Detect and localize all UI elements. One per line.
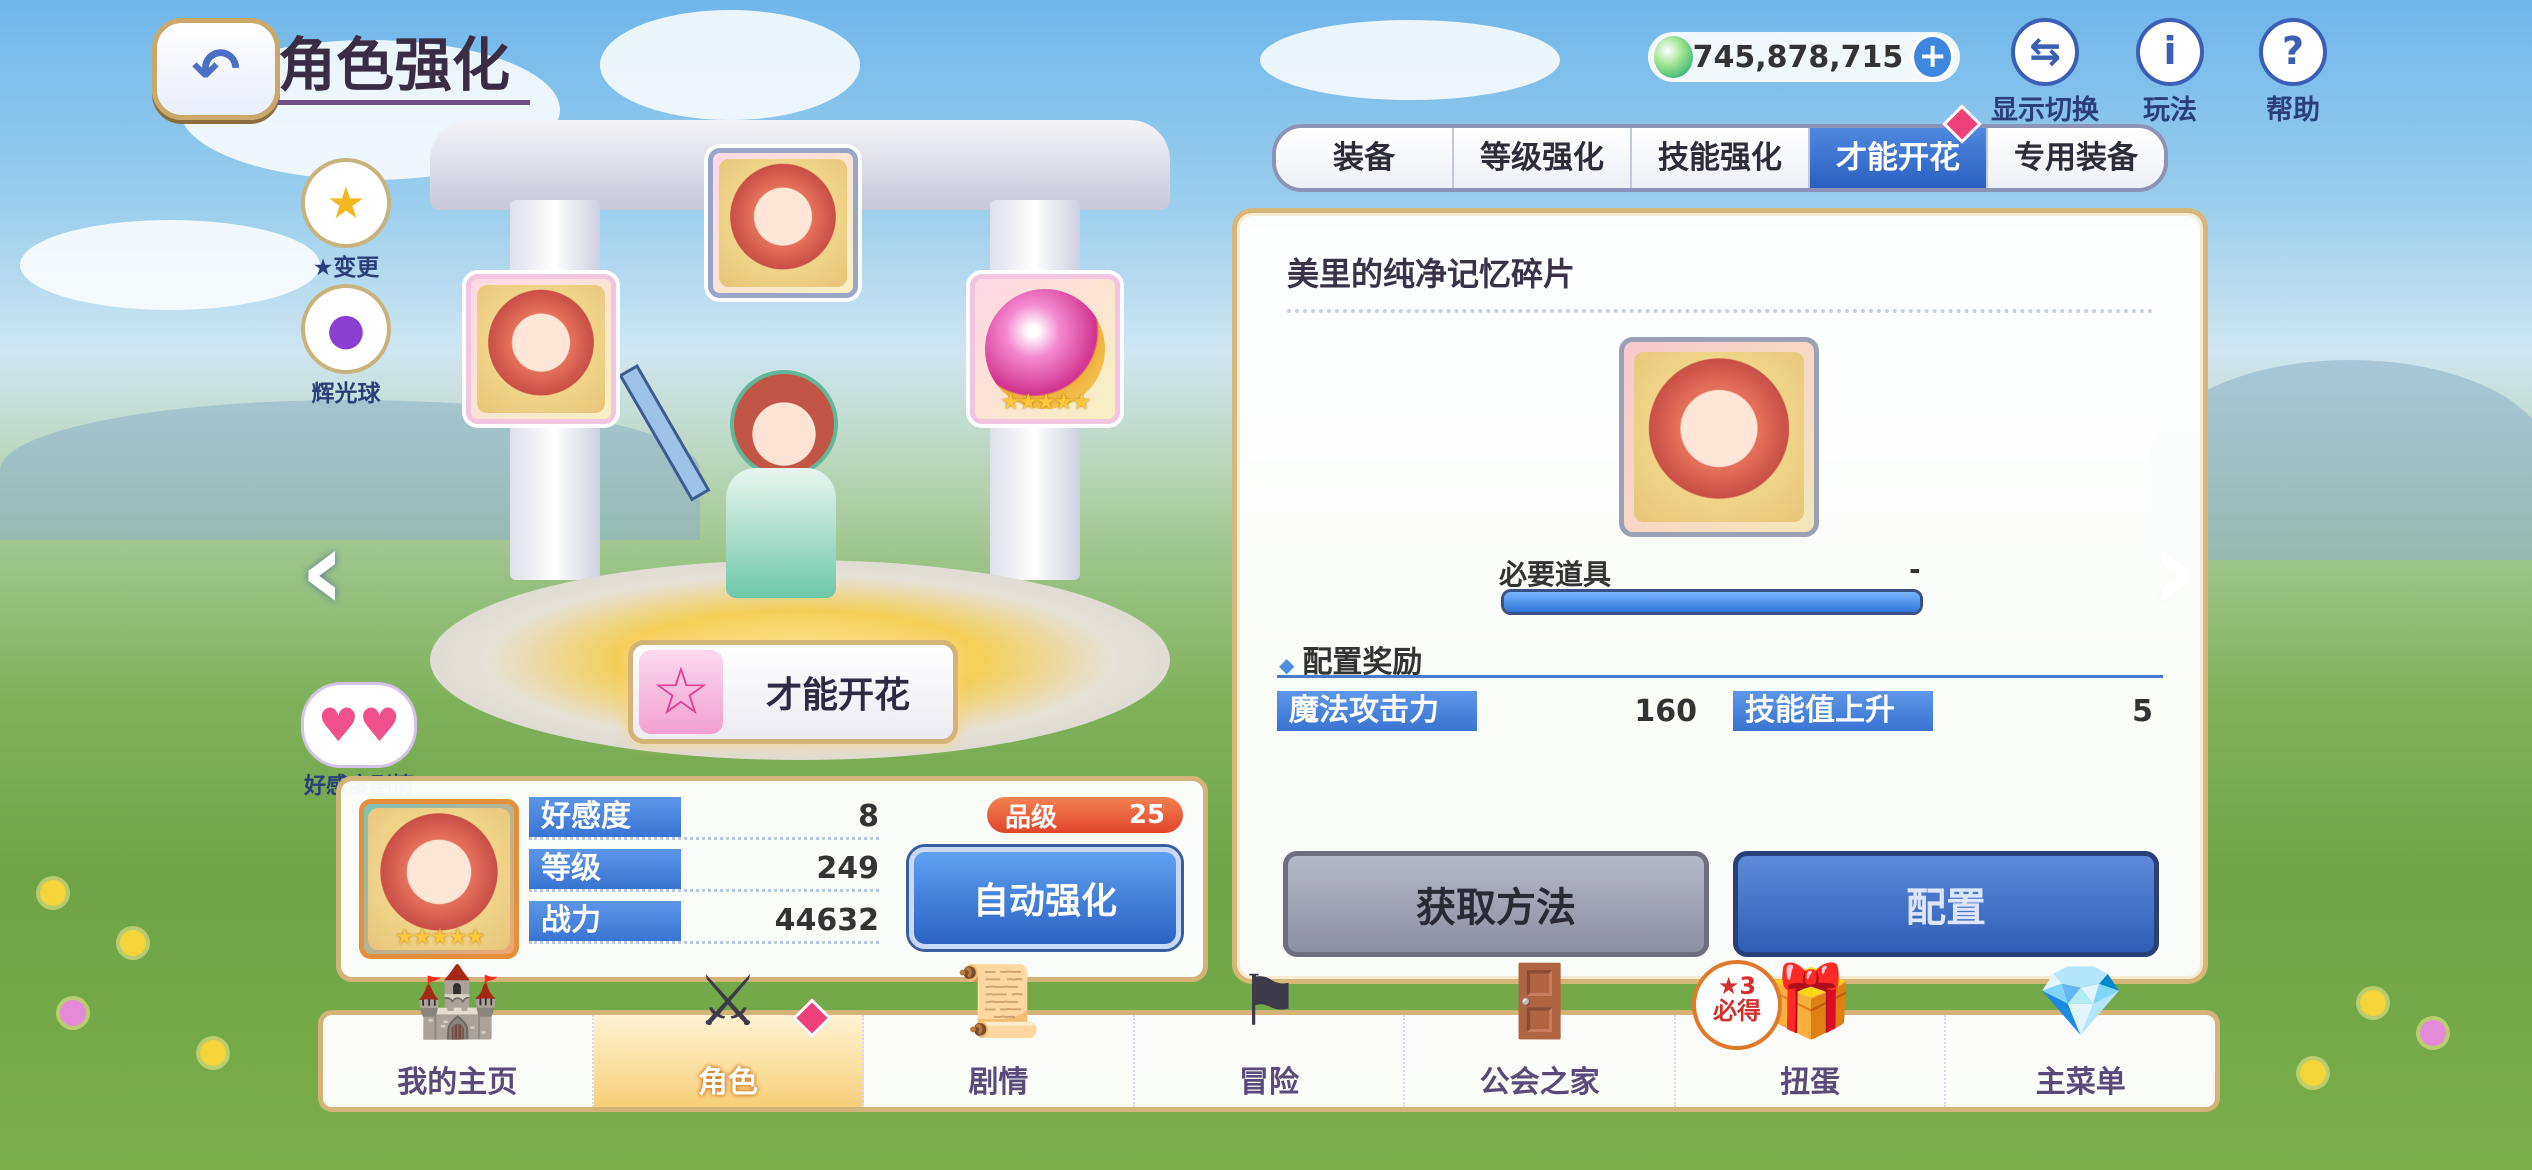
- star-swap-icon: ★: [301, 158, 391, 248]
- character-avatar[interactable]: ★★★★★: [359, 799, 519, 959]
- tab-level-up[interactable]: 等级强化: [1454, 128, 1632, 188]
- tab-unique-equipment[interactable]: 专用装备: [1988, 128, 2164, 188]
- gacha-badge-count: ★3: [1717, 972, 1757, 1000]
- nav-guild-house[interactable]: 🚪 公会之家: [1405, 960, 1676, 1107]
- help-label: 帮助: [2266, 95, 2320, 126]
- required-item-label: 必要道具: [1499, 558, 1612, 591]
- prev-character-arrow[interactable]: ‹: [300, 506, 345, 634]
- tab-skill-up[interactable]: 技能强化: [1632, 128, 1810, 188]
- how-to-obtain-button[interactable]: 获取方法: [1283, 851, 1709, 957]
- character-portrait: [719, 159, 847, 287]
- rank-label: 品级: [1005, 802, 1058, 833]
- nav-gacha-label: 扭蛋: [1780, 1065, 1841, 1100]
- star-change-button[interactable]: ★ ★变更: [300, 158, 392, 282]
- memory-piece-item[interactable]: [1619, 337, 1819, 537]
- character-card-slot[interactable]: [466, 274, 616, 424]
- reward-skill-up: 技能值上升 5: [1733, 691, 2153, 731]
- reward-magic-attack: 魔法攻击力 160: [1277, 691, 1697, 731]
- talent-bloom-panel: 美里的纯净记忆碎片 必要道具 - 配置奖励 魔法攻击力 160 技能值上升 5 …: [1232, 208, 2208, 984]
- hearts-icon: ♥♥: [301, 682, 417, 768]
- story-scroll-icon: 📜: [954, 960, 1043, 1042]
- character-portrait: [477, 285, 605, 413]
- affection-label: 好感度: [529, 797, 681, 837]
- rank-value: 25: [1128, 800, 1165, 830]
- main-menu-crystal-icon: 💎: [2037, 960, 2125, 1042]
- bottom-navigation: 🏰 我的主页 ⚔ 角色 📜 剧情 ⚑ 冒险 🚪 公会之家 🎁 扭蛋 💎 主菜单: [318, 960, 2220, 1112]
- avatar-stars: ★★★★★: [394, 925, 486, 950]
- gacha-badge-text: 必得: [1713, 997, 1761, 1026]
- level-row: 等级 249: [529, 849, 879, 892]
- jewel-icon: [1654, 36, 1693, 78]
- info-icon: i: [2136, 18, 2204, 86]
- guild-house-icon: 🚪: [1496, 960, 1584, 1042]
- rank-badge: 品级 25: [987, 797, 1183, 833]
- level-label: 等级: [529, 849, 681, 889]
- affection-row: 好感度 8: [529, 797, 879, 840]
- jewel-counter: 745,878,715 +: [1648, 32, 1960, 82]
- help-icon: ?: [2259, 18, 2327, 86]
- nav-adventure-label: 冒险: [1239, 1065, 1300, 1100]
- reward-value: 160: [1634, 693, 1697, 729]
- level-value: 249: [816, 851, 879, 886]
- required-item-progress: [1501, 589, 1923, 615]
- display-switch-label: 显示切换: [1991, 95, 2099, 126]
- talent-bloom-label: 才能开花: [765, 675, 910, 716]
- affection-value: 8: [858, 799, 879, 834]
- enhancement-tabs: 装备 等级强化 技能强化 才能开花 专用装备: [1272, 124, 2168, 192]
- nav-main-menu[interactable]: 💎 主菜单: [1946, 960, 2215, 1107]
- nav-home[interactable]: 🏰 我的主页: [323, 960, 594, 1107]
- character-status-panel: ★★★★★ 好感度 8 等级 249 战力 44632 品级 25 自动强化: [336, 776, 1208, 982]
- gameplay-button[interactable]: i 玩法: [2115, 18, 2225, 127]
- tab-equipment[interactable]: 装备: [1276, 128, 1454, 188]
- item-name: 美里的纯净记忆碎片: [1287, 255, 1576, 293]
- pure-memory-slot[interactable]: ★★★★★: [970, 274, 1120, 424]
- nav-guild-house-label: 公会之家: [1479, 1065, 1600, 1100]
- required-item-progress-fill: [1504, 592, 1920, 612]
- reward-label: 技能值上升: [1733, 691, 1933, 731]
- nav-main-menu-label: 主菜单: [2035, 1065, 2126, 1100]
- divider: [1287, 309, 2153, 313]
- power-row: 战力 44632: [529, 901, 879, 944]
- add-jewel-button[interactable]: +: [1911, 34, 1954, 80]
- home-castle-icon: 🏰: [413, 960, 501, 1042]
- gameplay-label: 玩法: [2143, 95, 2197, 126]
- required-item-value: -: [1909, 553, 1921, 586]
- character-sprite[interactable]: [618, 350, 870, 610]
- gacha-guaranteed-badge: ★3 必得: [1692, 960, 1782, 1050]
- jewel-amount: 745,878,715: [1692, 39, 1904, 75]
- character-icon: ⚔: [696, 960, 760, 1042]
- power-value: 44632: [774, 903, 879, 938]
- display-switch-button[interactable]: ⇆ 显示切换: [1990, 18, 2100, 127]
- auto-enhance-button[interactable]: 自动强化: [909, 847, 1181, 949]
- nav-story-label: 剧情: [968, 1065, 1029, 1100]
- nav-character-label: 角色: [697, 1065, 758, 1100]
- slot-stars: ★★★★★: [1000, 390, 1092, 415]
- character-portrait: [1634, 352, 1804, 522]
- nav-home-label: 我的主页: [397, 1065, 518, 1100]
- adventure-flag-icon: ⚑: [1237, 960, 1301, 1042]
- nav-story[interactable]: 📜 剧情: [864, 960, 1135, 1107]
- memory-piece-slot[interactable]: [708, 148, 858, 298]
- page-title: 角色强化: [278, 30, 531, 105]
- glow-orb-label: 辉光球: [311, 381, 381, 407]
- bloom-star-icon: ☆: [639, 650, 723, 734]
- divider: [1277, 675, 2163, 678]
- glow-orb-icon: ●: [301, 284, 391, 374]
- reward-label: 魔法攻击力: [1277, 691, 1477, 731]
- power-label: 战力: [529, 901, 681, 941]
- star-change-label: ★变更: [312, 255, 380, 281]
- talent-bloom-button[interactable]: ☆ 才能开花: [628, 640, 958, 744]
- back-arrow-icon: ↶: [191, 35, 241, 103]
- back-button[interactable]: ↶: [152, 18, 280, 120]
- equip-button[interactable]: 配置: [1733, 851, 2159, 957]
- switch-display-icon: ⇆: [2011, 18, 2079, 86]
- nav-adventure[interactable]: ⚑ 冒险: [1135, 960, 1406, 1107]
- nav-character[interactable]: ⚔ 角色: [593, 960, 865, 1107]
- help-button[interactable]: ? 帮助: [2238, 18, 2348, 127]
- glow-orb-button[interactable]: ● 辉光球: [300, 284, 392, 408]
- reward-value: 5: [2132, 693, 2153, 729]
